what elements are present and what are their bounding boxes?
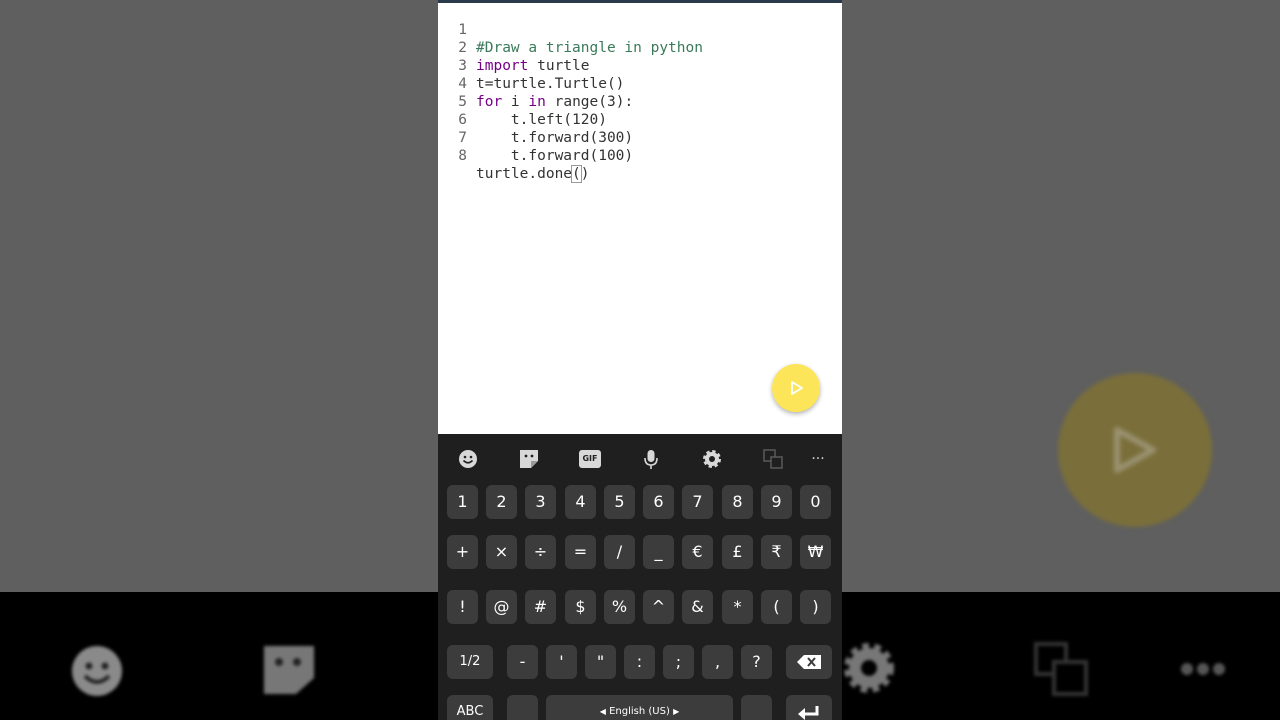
backspace-icon: [797, 655, 821, 669]
more-icon[interactable]: ···: [808, 448, 828, 470]
key-ampersand[interactable]: &: [682, 590, 713, 624]
background-sticker-icon: [264, 646, 314, 694]
key-1[interactable]: 1: [447, 485, 478, 519]
key-7[interactable]: 7: [682, 485, 713, 519]
key-hyphen[interactable]: -: [507, 645, 538, 679]
key-0[interactable]: 0: [800, 485, 831, 519]
background-settings-icon: [844, 643, 894, 693]
background-emoji-icon: [72, 646, 122, 696]
code-line-8[interactable]: 8 turtle.done(): [438, 129, 842, 183]
key-page-toggle[interactable]: 1/2: [447, 645, 493, 679]
language-label: English (US): [609, 706, 670, 717]
code-line-6[interactable]: 6 t.forward(300): [438, 93, 842, 146]
phone-screen: 1 #Draw a triangle in python 2 import tu…: [438, 0, 842, 720]
key-exclamation[interactable]: !: [447, 590, 478, 624]
key-apostrophe[interactable]: ': [546, 645, 577, 679]
key-won[interactable]: ₩: [800, 535, 831, 569]
code-line-1[interactable]: 1 #Draw a triangle in python: [438, 3, 842, 56]
key-abc[interactable]: ABC: [447, 695, 493, 720]
settings-icon[interactable]: [701, 448, 723, 470]
background-translate-icon: [1034, 642, 1088, 696]
enter-icon: [798, 706, 819, 720]
key-plus[interactable]: +: [447, 535, 478, 569]
microphone-icon[interactable]: [640, 448, 662, 470]
key-underscore[interactable]: _: [643, 535, 674, 569]
key-question[interactable]: ?: [741, 645, 772, 679]
key-hash[interactable]: #: [525, 590, 556, 624]
code-text: turtle.done(): [476, 165, 590, 183]
key-equals[interactable]: =: [565, 535, 596, 569]
enter-key[interactable]: [786, 695, 832, 720]
key-8[interactable]: 8: [722, 485, 753, 519]
run-button[interactable]: [772, 364, 820, 412]
background-play-icon: [1058, 373, 1212, 527]
key-2[interactable]: 2: [486, 485, 517, 519]
key-multiply[interactable]: ×: [486, 535, 517, 569]
key-comma[interactable]: ,: [702, 645, 733, 679]
gif-icon[interactable]: GIF: [579, 450, 601, 468]
code-line-3[interactable]: 3 t=turtle.Turtle(): [438, 39, 842, 92]
key-semicolon[interactable]: ;: [663, 645, 694, 679]
key-quote[interactable]: ": [585, 645, 616, 679]
code-line-7[interactable]: 7 t.forward(100): [438, 111, 842, 164]
key-divide[interactable]: ÷: [525, 535, 556, 569]
space-key[interactable]: ◀ English (US) ▶: [546, 695, 733, 720]
play-icon: [791, 381, 803, 395]
matched-bracket: (: [571, 165, 582, 183]
key-6[interactable]: 6: [643, 485, 674, 519]
code-line-4[interactable]: 4 for i in range(3):: [438, 57, 842, 110]
key-slash[interactable]: /: [604, 535, 635, 569]
soft-keyboard: GIF ··· 1 2 3 4 5 6 7 8 9 0 + × ÷ = / _ …: [438, 434, 842, 720]
arrow-right-icon: ▶: [673, 707, 680, 716]
key-period[interactable]: [741, 695, 772, 720]
key-open-paren[interactable]: (: [761, 590, 792, 624]
code-text: t.forward(100): [476, 148, 634, 164]
key-pound[interactable]: £: [722, 535, 753, 569]
translate-icon[interactable]: [762, 448, 784, 470]
backspace-key[interactable]: [786, 645, 832, 679]
line-number: 8: [458, 148, 467, 164]
key-caret[interactable]: ^: [643, 590, 674, 624]
code-line-2[interactable]: 2 import turtle: [438, 21, 842, 74]
key-comma-row5[interactable]: [507, 695, 538, 720]
key-3[interactable]: 3: [525, 485, 556, 519]
key-5[interactable]: 5: [604, 485, 635, 519]
key-rupee[interactable]: ₹: [761, 535, 792, 569]
key-close-paren[interactable]: ): [800, 590, 831, 624]
key-9[interactable]: 9: [761, 485, 792, 519]
key-colon[interactable]: :: [624, 645, 655, 679]
key-4[interactable]: 4: [565, 485, 596, 519]
emoji-icon[interactable]: [457, 448, 479, 470]
key-percent[interactable]: %: [604, 590, 635, 624]
key-asterisk[interactable]: *: [722, 590, 753, 624]
background-more-icon: [1181, 663, 1225, 675]
key-euro[interactable]: €: [682, 535, 713, 569]
code-text-post: ): [580, 166, 590, 182]
arrow-left-icon: ◀: [599, 707, 606, 716]
key-dollar[interactable]: $: [565, 590, 596, 624]
code-line-5[interactable]: 5 t.left(120): [438, 75, 842, 128]
key-at[interactable]: @: [486, 590, 517, 624]
sticker-icon[interactable]: [518, 448, 540, 470]
code-text-pre: turtle.done: [476, 166, 573, 182]
